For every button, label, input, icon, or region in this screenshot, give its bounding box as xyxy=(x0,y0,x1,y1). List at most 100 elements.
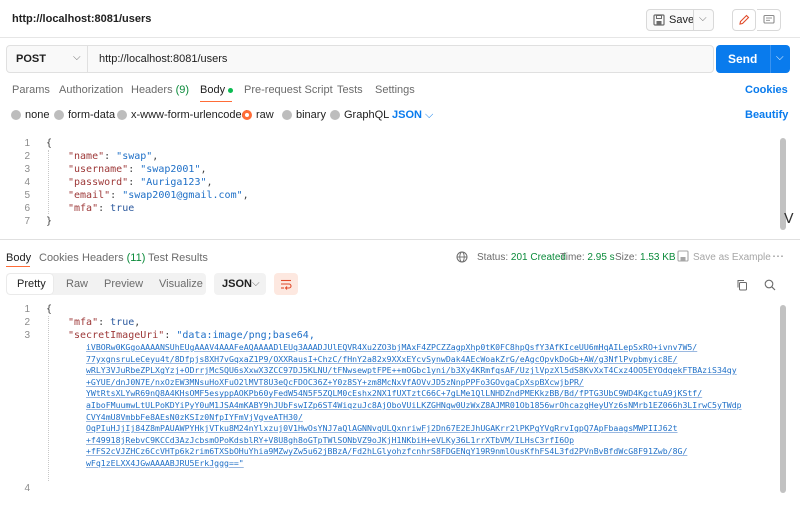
brace-open: { xyxy=(46,138,53,149)
tab-body-label: Body xyxy=(200,84,226,96)
line-number: 2 xyxy=(24,151,30,162)
line-number: 2 xyxy=(24,317,30,328)
response-time: Time: 2.95 s xyxy=(560,252,615,263)
json-value: true xyxy=(110,317,135,328)
line-number: 7 xyxy=(24,216,30,227)
format-visualize[interactable]: Visualize xyxy=(159,278,203,290)
response-tab-headers-label: Headers xyxy=(82,252,124,264)
format-preview[interactable]: Preview xyxy=(104,278,143,290)
chevron-down-icon: ⌵ xyxy=(73,52,81,63)
radio-none[interactable] xyxy=(11,110,21,120)
search-icon[interactable] xyxy=(764,279,776,291)
json-key: "mfa" xyxy=(68,203,99,214)
brace-open: { xyxy=(46,304,53,315)
chevron-down-icon: ⌵ xyxy=(252,278,260,289)
radio-urlencoded[interactable] xyxy=(117,110,127,120)
tab-settings[interactable]: Settings xyxy=(375,84,415,96)
body-type-graphql-label: GraphQL xyxy=(344,109,390,121)
save-icon xyxy=(653,14,665,26)
response-body-viewer[interactable]: 1 2 3 4 { "mfa": true, "secretImageUri":… xyxy=(0,303,790,503)
comment-icon xyxy=(762,14,775,24)
globe-icon[interactable] xyxy=(456,251,468,263)
url-input[interactable]: http://localhost:8081/users xyxy=(99,53,227,65)
pane-divider[interactable] xyxy=(0,239,800,240)
active-tab-underline xyxy=(200,101,232,102)
send-divider xyxy=(770,45,771,73)
radio-graphql[interactable] xyxy=(330,110,340,120)
radio-binary[interactable] xyxy=(282,110,292,120)
base64-line: 77yxgnsruLeCeyu4t/8Dfpjs8XH7vGqxaZ1P9/OX… xyxy=(86,353,678,364)
base64-line: aIboFMuumwLtULPoKDYiPyY0uM1JSA4mKABY9hJU… xyxy=(86,399,742,410)
send-button[interactable]: Send ⌵ xyxy=(716,45,790,73)
code-line: "mfa": true, xyxy=(68,317,141,328)
base64-line: wFq1zELXX4JGwAAAABJRU5ErkJggg==" xyxy=(86,457,244,468)
tab-headers[interactable]: Headers (9) xyxy=(131,84,189,96)
response-tab-cookies[interactable]: Cookies xyxy=(39,252,79,264)
code-line: "name": "swap", xyxy=(68,151,159,162)
chevron-down-icon[interactable]: ⌵ xyxy=(776,52,784,63)
tab-body[interactable]: Body xyxy=(200,84,234,96)
time-label: Time: xyxy=(560,252,585,263)
tab-prerequest-script[interactable]: Pre-request Script xyxy=(244,84,333,96)
save-icon xyxy=(677,250,689,262)
radio-raw[interactable] xyxy=(242,110,252,120)
body-type-form-data-label: form-data xyxy=(68,109,116,121)
response-tab-headers[interactable]: Headers (11) xyxy=(82,252,145,264)
base64-line: OqPIuHJjIj84Z8mPAUAWPYHkjVTku8M24nYlxzuj… xyxy=(86,423,678,434)
radio-form-data[interactable] xyxy=(54,110,64,120)
response-headers-count: (11) xyxy=(126,252,146,264)
size-value: 1.53 KB xyxy=(640,252,676,263)
comments-button[interactable] xyxy=(757,9,781,31)
save-button[interactable]: Save ⌵ xyxy=(646,9,714,31)
tab-headers-label: Headers xyxy=(131,84,173,96)
code-line: "secretImageUri": "data:image/png;base64… xyxy=(68,330,315,341)
copy-icon[interactable] xyxy=(736,279,748,291)
text-cursor-icon: Ⅴ xyxy=(784,210,794,226)
body-format-select[interactable]: JSON ⌵ xyxy=(392,109,433,122)
beautify-link[interactable]: Beautify xyxy=(745,109,788,121)
format-pretty[interactable]: Pretty xyxy=(17,278,46,290)
edit-button[interactable] xyxy=(732,9,756,31)
body-type-binary-label: binary xyxy=(296,109,326,121)
method-label: POST xyxy=(16,53,46,65)
headers-count: (9) xyxy=(175,84,190,96)
response-status: Status: 201 Created xyxy=(477,252,566,263)
response-format-bar: Pretty Raw Preview Visualize xyxy=(6,273,206,295)
json-key: "secretImageUri" xyxy=(68,330,165,341)
chevron-down-icon[interactable]: ⌵ xyxy=(699,13,707,24)
more-options-icon[interactable]: ⋯ xyxy=(772,249,784,263)
chevron-down-icon: ⌵ xyxy=(425,109,434,121)
format-raw[interactable]: Raw xyxy=(66,278,88,290)
tab-tests[interactable]: Tests xyxy=(337,84,363,96)
response-scrollbar[interactable] xyxy=(780,305,786,493)
body-type-none-label: none xyxy=(25,109,50,121)
method-select[interactable]: POST ⌵ xyxy=(7,46,88,72)
base64-line: iVBORw0KGgoAAAANSUhEUgAAAV4AAAFeAQAAAADl… xyxy=(86,342,698,352)
json-value: "Auriga123" xyxy=(140,177,207,188)
tab-authorization[interactable]: Authorization xyxy=(59,84,123,96)
status-label: Status: xyxy=(477,252,509,263)
tab-params[interactable]: Params xyxy=(12,84,50,96)
response-format-select[interactable]: JSON ⌵ xyxy=(214,273,266,295)
request-body-editor[interactable]: 1 2 3 4 5 6 7 { "name": "swap", "usernam… xyxy=(0,136,790,232)
save-as-example-button[interactable]: Save as Example xyxy=(693,252,771,263)
response-tab-body[interactable]: Body xyxy=(6,252,31,264)
response-tab-test-results[interactable]: Test Results xyxy=(148,252,208,264)
line-number: 4 xyxy=(24,177,30,188)
status-value: 201 Created xyxy=(510,252,566,263)
line-number: 4 xyxy=(24,483,30,494)
save-label: Save xyxy=(669,14,695,26)
body-type-selector: none form-data x-www-form-urlencoded raw… xyxy=(0,108,800,124)
indent-guide xyxy=(48,316,49,481)
json-key: "password" xyxy=(68,177,129,188)
code-line: "mfa": true xyxy=(68,203,135,214)
body-type-raw-label: raw xyxy=(256,109,274,121)
json-key: "username" xyxy=(68,164,129,175)
base64-line: YWtRtsXLYwR69nQ8A4KHsOMF5esyppAOKPb60yFe… xyxy=(86,388,703,399)
code-line: "email": "swap2001@gmail.com", xyxy=(68,190,249,201)
wrap-lines-button[interactable] xyxy=(274,273,298,295)
cookies-link[interactable]: Cookies xyxy=(745,84,788,96)
pencil-icon xyxy=(739,14,750,25)
line-number: 3 xyxy=(24,164,30,175)
json-key: "mfa" xyxy=(68,317,99,328)
